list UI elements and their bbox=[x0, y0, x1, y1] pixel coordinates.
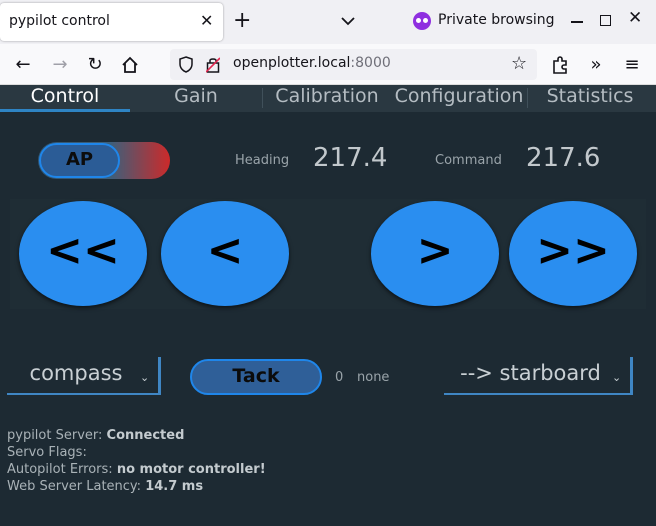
pypilot-app: Control Gain Calibration Configuration S… bbox=[0, 85, 656, 526]
select-underline bbox=[7, 393, 161, 395]
url-text[interactable]: openplotter.local:8000 bbox=[233, 55, 391, 71]
command-label: Command bbox=[435, 153, 502, 168]
ap-toggle-switch[interactable]: AP bbox=[38, 142, 170, 179]
tab-calibration[interactable]: Calibration bbox=[263, 85, 391, 112]
url-host: openplotter.local bbox=[233, 55, 351, 71]
tab-configuration[interactable]: Configuration bbox=[391, 85, 527, 112]
insecure-lock-icon[interactable] bbox=[206, 56, 220, 73]
mode-select-value: compass bbox=[29, 361, 123, 385]
new-tab-icon[interactable]: + bbox=[233, 7, 251, 35]
tack-direction-value: --> starboard bbox=[460, 361, 601, 385]
servo-flags-label: Servo Flags: bbox=[7, 445, 87, 460]
port-10-button[interactable]: << bbox=[19, 201, 147, 306]
latency-label: Web Server Latency: bbox=[7, 479, 142, 494]
tack-direction-select[interactable]: --> starboard ⌄ bbox=[444, 357, 633, 395]
command-value: 217.6 bbox=[526, 143, 601, 173]
url-bar[interactable]: openplotter.local:8000 ☆ bbox=[170, 49, 537, 80]
reload-icon[interactable]: ↻ bbox=[82, 52, 108, 78]
private-browsing-icon bbox=[413, 12, 431, 30]
select-edge bbox=[158, 357, 161, 395]
extensions-icon[interactable] bbox=[547, 52, 573, 78]
starboard-10-button[interactable]: >> bbox=[509, 201, 637, 306]
server-status-label: pypilot Server: bbox=[7, 428, 103, 443]
starboard-1-button[interactable]: > bbox=[371, 201, 499, 306]
more-tools-chevron-icon[interactable]: » bbox=[583, 52, 609, 78]
tack-state: none bbox=[357, 370, 390, 385]
tab-close-icon[interactable]: ✕ bbox=[200, 11, 213, 30]
tack-button[interactable]: Tack bbox=[190, 359, 322, 395]
url-port: :8000 bbox=[350, 55, 391, 71]
browser-tab-bar: pypilot control ✕ + Private browsing ✕ bbox=[0, 0, 656, 44]
ap-toggle-label: AP bbox=[39, 143, 120, 178]
autopilot-errors-label: Autopilot Errors: bbox=[7, 462, 113, 477]
bookmark-star-icon[interactable]: ☆ bbox=[511, 53, 527, 74]
forward-icon[interactable]: → bbox=[47, 52, 73, 78]
autopilot-errors-line: Autopilot Errors: no motor controller! bbox=[7, 461, 266, 478]
browser-nav-bar: ← → ↻ openplotter.local:8000 ☆ » ≡ bbox=[0, 44, 656, 85]
minimize-window-icon[interactable] bbox=[570, 10, 584, 30]
home-icon[interactable] bbox=[117, 52, 143, 78]
back-icon[interactable]: ← bbox=[10, 52, 36, 78]
tack-count: 0 bbox=[335, 370, 344, 385]
heading-label: Heading bbox=[235, 153, 290, 168]
mode-select[interactable]: compass ⌄ bbox=[7, 357, 161, 395]
servo-flags-line: Servo Flags: bbox=[7, 444, 266, 461]
tab-title: pypilot control bbox=[9, 13, 110, 29]
server-status-line: pypilot Server: Connected bbox=[7, 427, 266, 444]
tab-gain[interactable]: Gain bbox=[131, 85, 261, 112]
tab-statistics[interactable]: Statistics bbox=[528, 85, 652, 112]
steering-button-row: << < > >> bbox=[10, 199, 646, 309]
browser-tab[interactable]: pypilot control ✕ bbox=[0, 3, 223, 41]
chevron-down-icon: ⌄ bbox=[140, 371, 150, 384]
autopilot-errors-value: no motor controller! bbox=[116, 462, 266, 477]
status-panel: pypilot Server: Connected Servo Flags: A… bbox=[7, 427, 266, 495]
app-tab-bar: Control Gain Calibration Configuration S… bbox=[0, 85, 656, 112]
port-1-button[interactable]: < bbox=[161, 201, 289, 306]
maximize-window-icon[interactable] bbox=[600, 15, 611, 26]
tab-control[interactable]: Control bbox=[0, 85, 130, 112]
select-edge bbox=[630, 357, 633, 395]
select-underline bbox=[444, 393, 633, 395]
chevron-down-icon: ⌄ bbox=[612, 371, 622, 384]
server-status-value: Connected bbox=[106, 428, 185, 443]
latency-line: Web Server Latency: 14.7 ms bbox=[7, 478, 266, 495]
private-browsing-label: Private browsing bbox=[438, 12, 555, 28]
latency-value: 14.7 ms bbox=[145, 479, 204, 494]
close-window-icon[interactable]: ✕ bbox=[628, 8, 642, 28]
list-tabs-chevron-icon[interactable] bbox=[338, 9, 358, 33]
menu-icon[interactable]: ≡ bbox=[619, 52, 645, 78]
heading-value: 217.4 bbox=[313, 143, 388, 173]
tracking-protection-shield-icon[interactable] bbox=[179, 56, 193, 73]
